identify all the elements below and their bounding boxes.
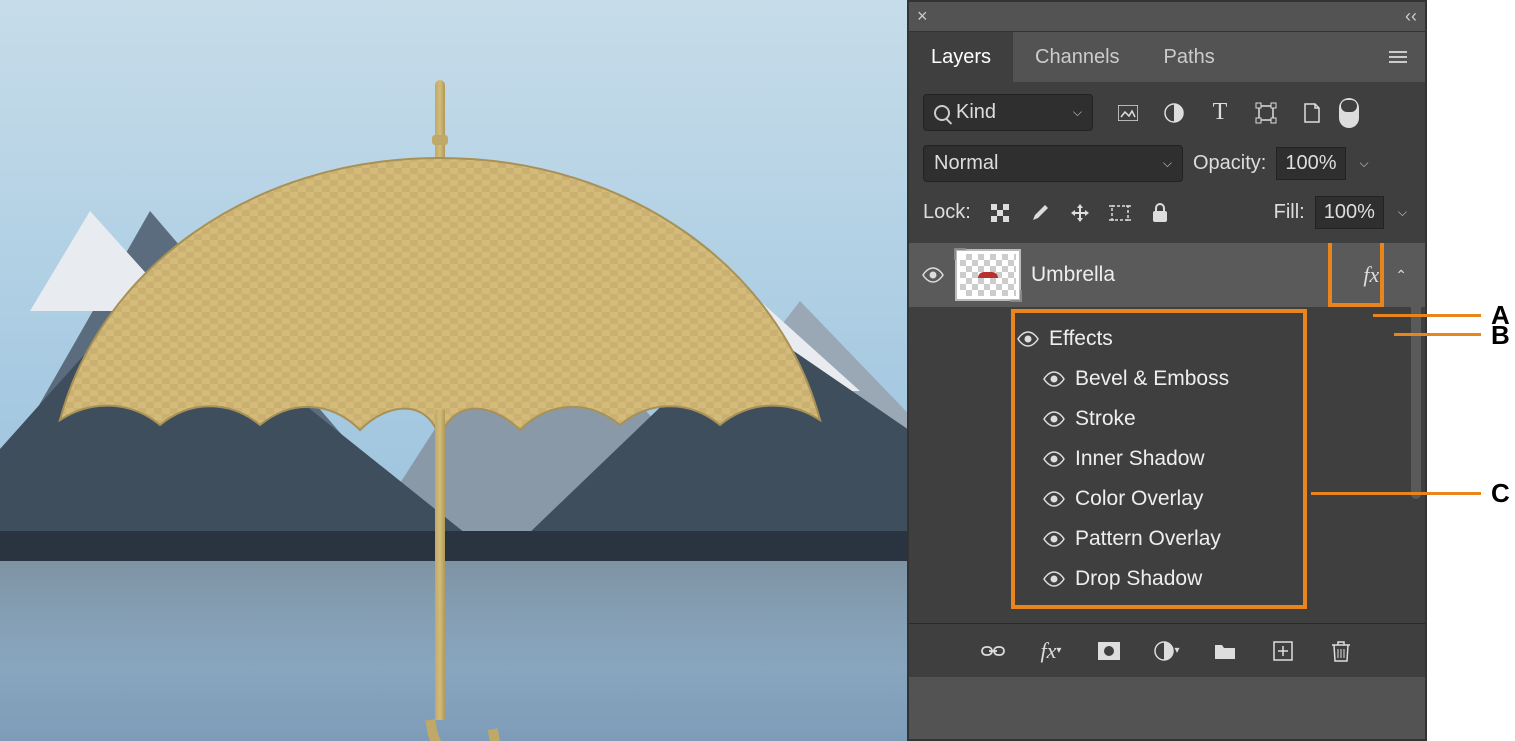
filter-pixel-icon[interactable] — [1117, 103, 1139, 123]
layers-panel: × ‹‹ Layers Channels Paths Kind ⌵ T — [907, 0, 1427, 741]
filter-smartobject-icon[interactable] — [1301, 103, 1323, 123]
lock-all-icon[interactable] — [1149, 202, 1171, 224]
delete-layer-icon[interactable] — [1328, 638, 1354, 664]
fx-expand-icon[interactable]: ⌃ — [1395, 267, 1407, 284]
callout-line-c — [1311, 492, 1481, 495]
canvas-preview — [0, 0, 907, 741]
layer-thumbnail[interactable] — [957, 251, 1019, 299]
lock-artboard-icon[interactable] — [1109, 202, 1131, 224]
opacity-label: Opacity: — [1193, 152, 1266, 175]
umbrella-art — [50, 80, 830, 720]
callout-line-a — [1373, 314, 1481, 317]
fill-input[interactable]: 100% — [1315, 196, 1384, 229]
visibility-toggle[interactable] — [1017, 327, 1039, 351]
visibility-toggle[interactable] — [1043, 447, 1065, 471]
chevron-down-icon: ⌵ — [1073, 105, 1082, 120]
chevron-down-icon: ⌵ — [1163, 156, 1172, 171]
new-layer-icon[interactable] — [1270, 638, 1296, 664]
fill-chevron-icon[interactable]: ⌵ — [1394, 205, 1411, 220]
tab-channels[interactable]: Channels — [1013, 32, 1142, 82]
callout-line-b — [1394, 333, 1481, 336]
fill-label: Fill: — [1274, 201, 1305, 224]
panel-tabs: Layers Channels Paths — [909, 32, 1425, 82]
collapse-panel-icon[interactable]: ‹‹ — [1405, 6, 1417, 27]
scrollbar[interactable] — [1411, 245, 1421, 499]
layers-list: Umbrella fx ⌃ Effects Bevel & Emboss Str… — [909, 243, 1425, 623]
callout-label-b: B — [1491, 320, 1510, 351]
lock-position-icon[interactable] — [1069, 202, 1091, 224]
visibility-toggle[interactable] — [1043, 567, 1065, 591]
lock-label: Lock: — [923, 201, 971, 224]
layer-name[interactable]: Umbrella — [1031, 263, 1351, 287]
effect-item[interactable]: Color Overlay — [1017, 479, 1425, 519]
filter-type-icon[interactable]: T — [1209, 103, 1231, 123]
add-adjustment-icon[interactable]: ▾ — [1154, 638, 1180, 664]
effects-header[interactable]: Effects — [1017, 319, 1425, 359]
effect-item[interactable]: Inner Shadow — [1017, 439, 1425, 479]
visibility-toggle[interactable] — [921, 263, 945, 287]
effect-item[interactable]: Drop Shadow — [1017, 559, 1425, 599]
fx-indicator-icon[interactable]: fx — [1363, 262, 1379, 288]
layers-bottom-toolbar: fx▾ ▾ — [909, 623, 1425, 677]
tab-paths[interactable]: Paths — [1142, 32, 1237, 82]
filter-label: Kind — [956, 101, 996, 124]
opacity-chevron-icon[interactable]: ⌵ — [1356, 156, 1373, 171]
add-mask-icon[interactable] — [1096, 638, 1122, 664]
visibility-toggle[interactable] — [1043, 407, 1065, 431]
lock-pixels-icon[interactable] — [1029, 202, 1051, 224]
opacity-input[interactable]: 100% — [1276, 147, 1345, 180]
filter-shape-icon[interactable] — [1255, 103, 1277, 123]
effects-list: Effects Bevel & Emboss Stroke Inner Shad… — [909, 307, 1425, 599]
filter-toggle[interactable] — [1339, 98, 1359, 128]
filter-kind-dropdown[interactable]: Kind ⌵ — [923, 94, 1093, 131]
tab-layers[interactable]: Layers — [909, 32, 1013, 82]
lock-transparency-icon[interactable] — [989, 202, 1011, 224]
visibility-toggle[interactable] — [1043, 367, 1065, 391]
search-icon — [934, 105, 950, 121]
layer-row-umbrella[interactable]: Umbrella fx ⌃ — [909, 243, 1425, 307]
link-layers-icon[interactable] — [980, 638, 1006, 664]
callout-label-c: C — [1491, 478, 1510, 509]
effect-item[interactable]: Bevel & Emboss — [1017, 359, 1425, 399]
effect-item[interactable]: Stroke — [1017, 399, 1425, 439]
visibility-toggle[interactable] — [1043, 527, 1065, 551]
add-style-icon[interactable]: fx▾ — [1038, 638, 1064, 664]
close-icon[interactable]: × — [917, 6, 928, 27]
new-group-icon[interactable] — [1212, 638, 1238, 664]
visibility-toggle[interactable] — [1043, 487, 1065, 511]
blend-mode-dropdown[interactable]: Normal ⌵ — [923, 145, 1183, 182]
effect-item[interactable]: Pattern Overlay — [1017, 519, 1425, 559]
filter-adjustment-icon[interactable] — [1163, 103, 1185, 123]
panel-menu-icon[interactable] — [1371, 32, 1425, 82]
